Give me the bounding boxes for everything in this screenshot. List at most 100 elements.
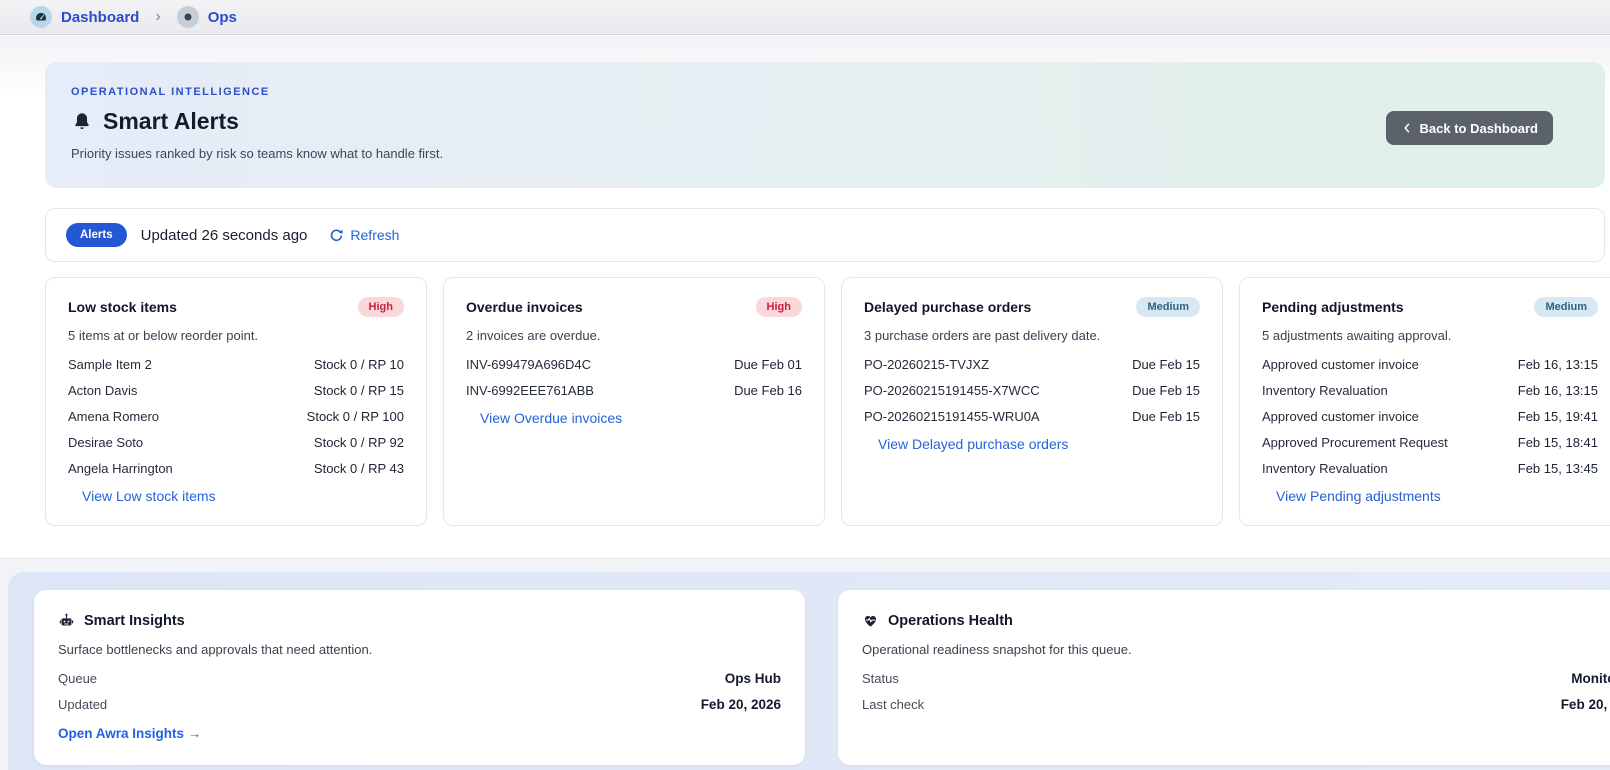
alert-card-title: Pending adjustments [1262,299,1404,315]
alert-card-delayed-pos: Delayed purchase orders Medium 3 purchas… [841,277,1223,526]
view-pending-adjustments-link[interactable]: View Pending adjustments [1276,488,1441,504]
insights-panel: Smart Insights Surface bottlenecks and a… [8,572,1610,770]
row-label: PO-20260215191455-WRU0A [864,409,1040,424]
alert-card-summary: 2 invoices are overdue. [466,328,802,343]
alert-row: PO-20260215-TVJXZ Due Feb 15 [864,351,1200,377]
alert-card-title: Delayed purchase orders [864,299,1031,315]
operations-health-card: Operations Health Operational readiness … [838,590,1610,765]
alert-row: Acton Davis Stock 0 / RP 15 [68,377,404,403]
alert-card-low-stock: Low stock items High 5 items at or below… [45,277,427,526]
insight-row: Queue Ops Hub [58,665,781,691]
breadcrumb-label: Ops [208,9,237,26]
row-value: Stock 0 / RP 15 [314,383,404,398]
row-label: Angela Harrington [68,461,173,476]
row-label: INV-699479A696D4C [466,357,591,372]
heart-pulse-icon [862,612,879,629]
alert-row: Approved customer invoice Feb 15, 19:41 [1262,403,1598,429]
insight-row: Status Monitoring [862,665,1610,691]
row-value: Feb 20, 2026 [1561,697,1610,712]
alert-row: Sample Item 2 Stock 0 / RP 10 [68,351,404,377]
gauge-icon [30,6,52,28]
row-value: Due Feb 15 [1132,409,1200,424]
alerts-status-bar: Alerts Updated 26 seconds ago Refresh [45,208,1605,262]
row-label: Amena Romero [68,409,159,424]
row-label: Sample Item 2 [68,357,152,372]
refresh-label: Refresh [350,227,399,243]
row-label: Acton Davis [68,383,137,398]
row-value: Stock 0 / RP 10 [314,357,404,372]
alert-card-summary: 5 items at or below reorder point. [68,328,404,343]
row-label: Approved Procurement Request [1262,435,1448,450]
row-label: Queue [58,671,97,686]
row-label: PO-20260215-TVJXZ [864,357,989,372]
view-low-stock-link[interactable]: View Low stock items [82,488,216,504]
row-value: Feb 16, 13:15 [1518,357,1598,372]
row-value: Monitoring [1571,671,1610,686]
alert-row: PO-20260215191455-X7WCC Due Feb 15 [864,377,1200,403]
robot-icon [58,612,75,629]
alert-row: Inventory Revaluation Feb 16, 13:15 [1262,377,1598,403]
alert-cards-row: Low stock items High 5 items at or below… [45,277,1610,507]
hero-banner: OPERATIONAL INTELLIGENCE Smart Alerts Pr… [45,62,1605,188]
row-value: Feb 16, 13:15 [1518,383,1598,398]
severity-badge: Medium [1136,297,1200,317]
alert-row: PO-20260215191455-WRU0A Due Feb 15 [864,403,1200,429]
row-value: Feb 20, 2026 [701,697,781,712]
row-value: Feb 15, 13:45 [1518,461,1598,476]
alerts-badge: Alerts [66,223,127,247]
page-title: Smart Alerts [103,108,239,135]
row-label: Inventory Revaluation [1262,383,1388,398]
alert-row: Desirae Soto Stock 0 / RP 92 [68,429,404,455]
breadcrumb: Dashboard › Ops [0,0,1610,35]
row-value: Due Feb 16 [734,383,802,398]
row-value: Feb 15, 18:41 [1518,435,1598,450]
alert-card-title: Overdue invoices [466,299,583,315]
hero-subtitle: Priority issues ranked by risk so teams … [71,146,1579,161]
dot-icon [177,6,199,28]
row-label: Inventory Revaluation [1262,461,1388,476]
alert-row: Inventory Revaluation Feb 15, 13:45 [1262,455,1598,481]
insight-card-title: Operations Health [888,613,1013,629]
breadcrumb-item-ops[interactable]: Ops [177,6,237,28]
row-value: Due Feb 01 [734,357,802,372]
row-value: Stock 0 / RP 43 [314,461,404,476]
row-label: Status [862,671,899,686]
back-to-dashboard-button[interactable]: Back to Dashboard [1386,111,1553,145]
alert-row: Approved Procurement Request Feb 15, 18:… [1262,429,1598,455]
alert-row: INV-6992EEE761ABB Due Feb 16 [466,377,802,403]
alert-row: Angela Harrington Stock 0 / RP 43 [68,455,404,481]
row-label: Desirae Soto [68,435,143,450]
row-value: Feb 15, 19:41 [1518,409,1598,424]
row-value: Ops Hub [725,671,781,686]
insight-row: Last check Feb 20, 2026 [862,691,1610,717]
hero-eyebrow: OPERATIONAL INTELLIGENCE [71,86,1579,98]
open-awra-insights-link[interactable]: Open Awra Insights → [58,726,201,741]
back-button-label: Back to Dashboard [1420,121,1538,136]
breadcrumb-separator-icon: › [155,8,160,26]
smart-insights-card: Smart Insights Surface bottlenecks and a… [34,590,805,765]
alert-row: INV-699479A696D4C Due Feb 01 [466,351,802,377]
row-label: Updated [58,697,107,712]
alert-card-summary: 3 purchase orders are past delivery date… [864,328,1200,343]
severity-badge: Medium [1534,297,1598,317]
row-value: Stock 0 / RP 92 [314,435,404,450]
insight-card-subtitle: Operational readiness snapshot for this … [862,642,1610,657]
view-overdue-invoices-link[interactable]: View Overdue invoices [480,410,622,426]
chevron-left-icon [1401,122,1413,134]
alert-row: Approved customer invoice Feb 16, 13:15 [1262,351,1598,377]
insight-card-subtitle: Surface bottlenecks and approvals that n… [58,642,781,657]
row-value: Due Feb 15 [1132,383,1200,398]
breadcrumb-item-dashboard[interactable]: Dashboard [30,6,139,28]
row-label: Last check [862,697,924,712]
severity-badge: High [358,297,404,317]
updated-timestamp: Updated 26 seconds ago [141,227,308,244]
view-delayed-pos-link[interactable]: View Delayed purchase orders [878,436,1068,452]
insight-card-title: Smart Insights [84,613,185,629]
alert-card-pending-adjustments: Pending adjustments Medium 5 adjustments… [1239,277,1610,526]
row-value: Stock 0 / RP 100 [307,409,404,424]
refresh-icon [329,228,344,243]
breadcrumb-label: Dashboard [61,9,139,26]
row-label: Approved customer invoice [1262,357,1419,372]
refresh-button[interactable]: Refresh [329,227,399,243]
insight-row: Updated Feb 20, 2026 [58,691,781,717]
